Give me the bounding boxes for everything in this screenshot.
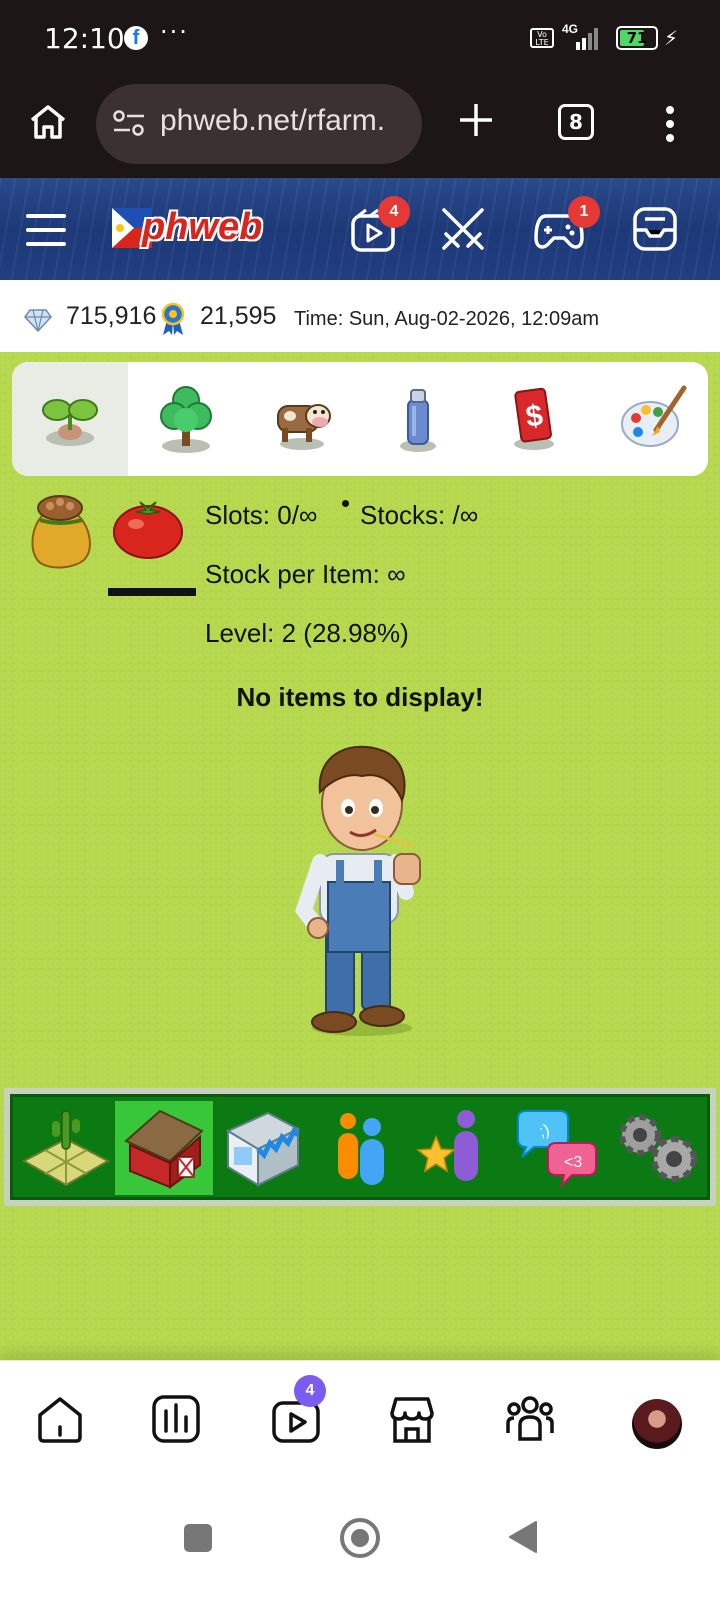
seed-bag-icon [31,495,91,569]
home-icon[interactable] [28,102,68,142]
barn-icon [124,1109,204,1189]
status-time: 12:10 [44,22,125,55]
browser-toolbar: phweb.net/rfarm. 8 [0,78,720,178]
cash-card-icon: $ [514,387,554,450]
site-header: phweb 4 1 [0,178,720,280]
tab-switcher-button[interactable]: 8 [558,104,594,140]
diamond-icon [24,309,52,332]
nav-barn[interactable] [115,1101,213,1195]
site-bottom-tab-bar: 4 [0,1360,720,1482]
nav-favorites[interactable] [409,1101,507,1195]
recent-apps-button[interactable] [184,1524,212,1552]
site-settings-icon[interactable] [112,108,146,138]
gears-icon [619,1114,697,1182]
currency-bar: 715,916 21,595 Time: Sun, Aug-02-2026, 1… [0,280,720,352]
tab-seeds[interactable] [12,362,128,476]
shop-icon [225,1111,301,1187]
battery-icon: 71 [616,26,658,50]
spray-can-icon [400,389,436,452]
store-tab-icon[interactable] [386,1393,438,1445]
inbox-icon[interactable] [632,206,678,252]
cow-icon [277,404,331,450]
separator-dot [342,500,349,507]
tab-tools[interactable] [360,362,476,476]
game-navigation-bar: ;) <3 [4,1088,716,1206]
profile-avatar[interactable] [632,1399,682,1449]
tab-trees[interactable] [128,362,244,476]
groups-tab-icon[interactable] [504,1393,556,1445]
video-notification-badge: 4 [378,196,410,228]
battery-percent: 71 [626,29,648,47]
nav-shop[interactable] [213,1101,311,1195]
android-navigation-bar [0,1482,720,1600]
tab-cash[interactable]: $ [476,362,592,476]
nav-neighbors[interactable] [311,1101,409,1195]
level-label: Level: 2 (28.98%) [205,618,409,648]
android-home-button[interactable] [340,1518,380,1558]
empty-state-message: No items to display! [236,682,484,712]
tomato-icon[interactable] [112,494,184,560]
nav-messages[interactable]: ;) <3 [507,1101,605,1195]
palette-icon [621,385,687,447]
medal-ribbon-icon [161,302,185,335]
tab-animals[interactable] [244,362,360,476]
phweb-logo[interactable]: phweb [112,206,292,254]
more-menu-icon[interactable] [664,104,676,144]
svg-text:<3: <3 [564,1154,582,1171]
star-person-icon [416,1110,478,1181]
sprout-icon [42,399,98,446]
video-tab-badge: 4 [294,1375,326,1407]
games-notification-badge: 1 [568,196,600,228]
category-tabs: $ [12,362,708,476]
farmer-character-image [295,745,421,1036]
people-icon [338,1113,384,1185]
farm-plot-icon [22,1110,110,1187]
new-tab-icon[interactable] [456,100,496,140]
charging-icon: ⚡ [664,26,679,50]
slots-label: Slots: 0/∞ [205,500,318,530]
selected-item-indicator [108,588,196,596]
home-tab-icon[interactable] [34,1393,86,1445]
volte-icon: Vo LTE [530,28,554,48]
medals-count: 21,595 [200,302,277,330]
status-bar: 12:10 f ··· Vo LTE 4G 71 ⚡ [0,0,720,78]
farm-storage-panel: $ Slots: 0/∞ Stocks: /∞ Stock per Item: … [0,352,720,1360]
url-text[interactable]: phweb.net/rfarm. [160,104,410,138]
address-bar[interactable]: phweb.net/rfarm. [96,84,422,164]
stock-per-item-label: Stock per Item: ∞ [205,559,406,589]
nav-farm[interactable] [17,1101,115,1195]
nav-settings[interactable] [605,1101,703,1195]
hamburger-menu-icon[interactable] [26,212,66,248]
logo-text: phweb [142,206,263,248]
signal-icon: 4G [562,22,598,50]
battle-swords-icon[interactable] [440,206,486,252]
network-type: 4G [562,22,578,36]
tab-decorations[interactable] [592,362,708,476]
chat-bubbles-icon: ;) <3 [517,1110,597,1189]
facebook-notification-icon: f [124,26,148,50]
tree-icon [160,386,212,453]
stocks-label: Stocks: /∞ [360,500,479,530]
more-notifications-icon: ··· [160,18,189,46]
gems-count: 715,916 [66,302,157,330]
server-time: Time: Sun, Aug-02-2026, 12:09am [294,308,599,330]
back-button[interactable] [508,1520,538,1554]
stats-tab-icon[interactable] [150,1393,202,1445]
